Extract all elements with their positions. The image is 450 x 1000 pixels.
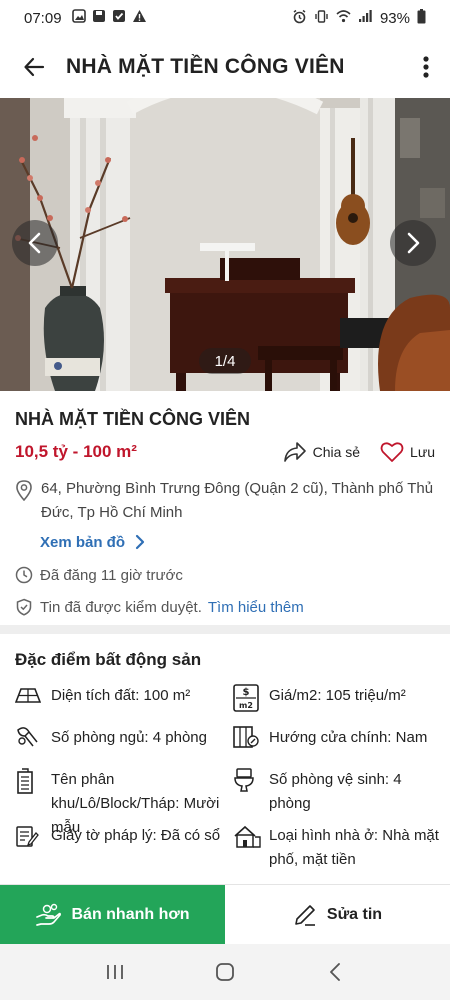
svg-text:m2: m2 [239,701,253,710]
feature-land-area: Diện tích đất: 100 m² [14,684,225,711]
save-button[interactable]: Lưu [380,441,435,463]
door-direction-icon [233,726,269,753]
sell-faster-label: Bán nhanh hơn [71,906,190,923]
svg-text:$: $ [243,687,250,698]
learn-more-link[interactable]: Tìm hiểu thêm [208,599,304,616]
recent-apps-button[interactable] [95,952,135,992]
system-back-button[interactable] [315,952,355,992]
photo-counter: 1/4 [199,348,251,374]
listing-info: NHÀ MẶT TIỀN CÔNG VIÊN 10,5 tỷ - 100 m² … [0,391,450,618]
feature-price-per-m2: $ m2 Giá/m2: 105 triệu/m² [233,684,443,717]
signal-icon [358,9,373,27]
feature-text: Số phòng vệ sinh: 4 phòng [269,771,402,812]
image-icon [71,9,86,27]
warning-icon [132,9,147,27]
system-navigation-bar [0,944,450,1000]
save-label: Lưu [410,444,435,460]
bedroom-icon [15,726,51,753]
sell-faster-button[interactable]: Bán nhanh hơn [0,885,225,945]
address-text: 64, Phường Bình Trưng Đông (Quận 2 cũ), … [41,480,434,521]
feature-text: Giấy tờ pháp lý: Đã có sổ [51,827,221,844]
price-per-m2-icon: $ m2 [233,684,269,717]
battery-text: 93% [379,9,410,27]
feature-text: Số phòng ngủ: 4 phòng [51,729,207,746]
home-icon [216,963,234,981]
wifi-icon [336,9,351,28]
gallery-next-button[interactable] [390,220,436,266]
heart-icon [380,442,404,462]
feature-toilets: Số phòng vệ sinh: 4 phòng [233,768,443,816]
moderation-row: Tin đã được kiểm duyệt. Tìm hiểu thêm [15,596,435,618]
shield-check-icon [15,598,40,616]
share-icon [283,442,306,462]
pencil-icon [295,905,315,926]
price-area: 10,5 tỷ - 100 m² [15,442,137,462]
feature-house-type: Loại hình nhà ở: Nhà mặt phố, mặt tiền [233,824,443,872]
feature-text: Diện tích đất: 100 m² [51,687,191,704]
view-map-link[interactable]: Xem bản đồ [40,530,435,554]
view-map-label: Xem bản đồ [40,533,126,551]
more-vertical-icon [423,56,429,78]
alarm-icon [292,9,307,28]
toilet-icon [233,768,269,816]
feature-text: Loại hình nhà ở: Nhà mặt phố, mặt tiền [269,827,439,868]
edit-listing-button[interactable]: Sửa tin [225,885,450,945]
photo-gallery[interactable]: 1/4 [0,98,450,391]
feature-legal: Giấy tờ pháp lý: Đã có sổ [15,824,225,853]
property-features: Đặc điểm bất động sản Diện tích đất: 100… [0,634,450,868]
vibrate-icon [314,9,329,28]
feature-door-direction: Hướng cửa chính: Nam [233,726,443,753]
hand-coins-icon [36,903,62,926]
share-button[interactable]: Chia sẻ [283,441,360,463]
chevron-left-icon [28,232,41,254]
house-type-icon [233,824,269,872]
share-label: Chia sẻ [312,444,361,460]
status-left-icons [71,9,147,27]
price-separator: - [72,442,79,461]
back-chevron-icon [330,963,340,981]
area-value: 100 m² [83,442,137,461]
status-bar: 07:09 93% [0,0,450,36]
page-title: NHÀ MẶT TIỀN CÔNG VIÊN [66,55,345,78]
app-bar: NHÀ MẶT TIỀN CÔNG VIÊN [0,36,450,98]
save-icon [92,9,106,27]
edit-label: Sửa tin [326,906,383,923]
more-options-button[interactable] [416,51,436,83]
price-row: 10,5 tỷ - 100 m² Chia sẻ Lưu [15,440,435,464]
back-button[interactable] [18,51,50,83]
address-row: 64, Phường Bình Trưng Đông (Quận 2 cũ), … [15,477,435,525]
legal-document-icon [15,824,51,853]
feature-bedrooms: Số phòng ngủ: 4 phòng [15,726,225,753]
chevron-right-icon [407,232,420,254]
arrow-left-icon [24,57,45,77]
check-square-icon [112,9,126,27]
section-divider [0,625,450,634]
feature-text: Hướng cửa chính: Nam [269,729,428,746]
clock-icon [15,566,40,584]
status-time: 07:09 [24,9,62,27]
features-heading: Đặc điểm bất động sản [15,650,202,669]
bottom-action-bar: Bán nhanh hơn Sửa tin [0,884,450,945]
battery-icon [417,8,426,28]
posted-time: Đã đăng 11 giờ trước [40,566,183,584]
gallery-prev-button[interactable] [12,220,58,266]
status-right-icons: 93% [292,8,426,28]
moderation-text: Tin đã được kiểm duyệt. [40,598,202,616]
home-button[interactable] [205,952,245,992]
land-area-icon [14,684,51,711]
location-pin-icon [15,477,41,506]
chevron-right-icon [135,534,145,550]
feature-text: Giá/m2: 105 triệu/m² [269,687,406,704]
price-value: 10,5 tỷ [15,442,68,461]
listing-title: NHÀ MẶT TIỀN CÔNG VIÊN [15,409,251,429]
recent-apps-icon [107,965,123,979]
posted-time-row: Đã đăng 11 giờ trước [15,564,435,586]
